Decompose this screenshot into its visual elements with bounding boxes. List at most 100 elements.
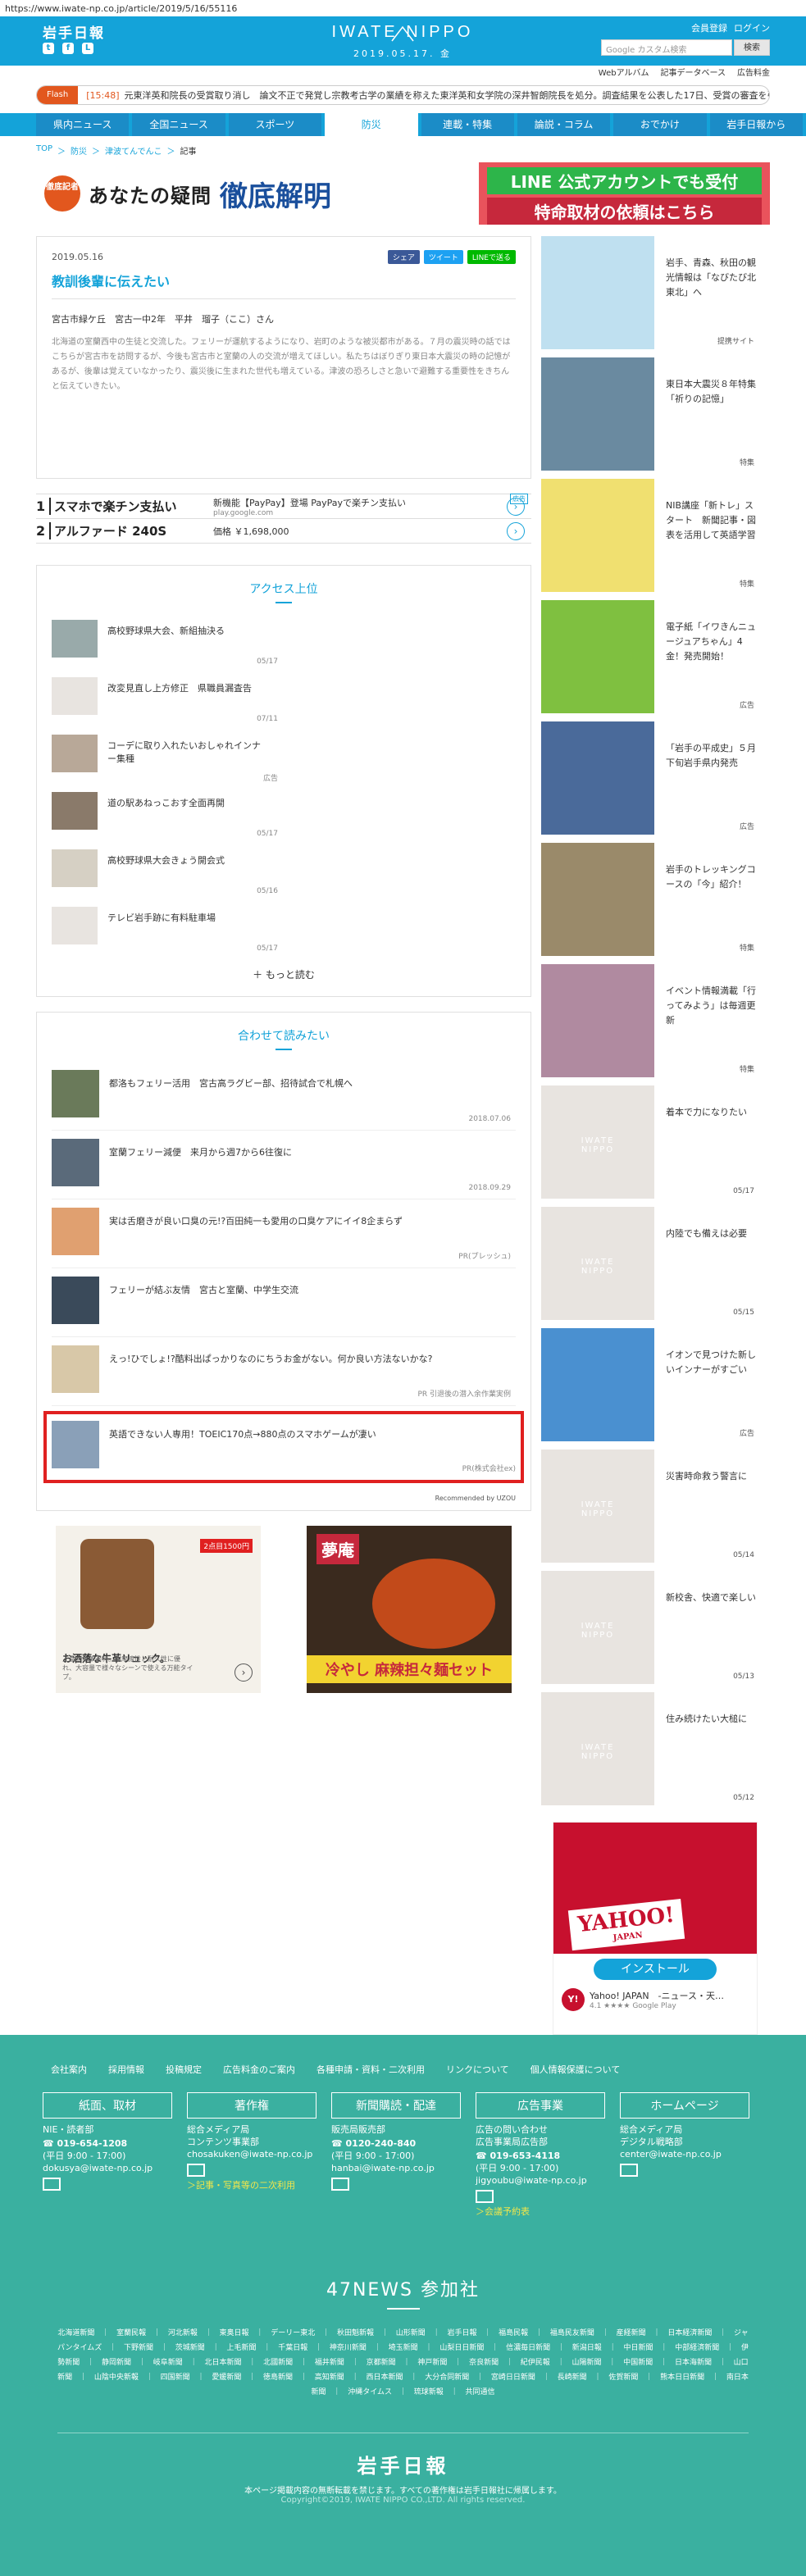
list-item[interactable]: 室蘭フェリー減便 来月から週7から6往復に 2018.09.29: [52, 1131, 516, 1199]
footer-link-recruit[interactable]: 採用情報: [108, 2063, 144, 2076]
footer-link-company[interactable]: 会社案内: [51, 2063, 87, 2076]
breadcrumb: TOP ＞ 防災＞ 津波てんでんこ＞ 記事: [36, 144, 197, 157]
list-item[interactable]: フェリーが結ぶ友情 宮古と室蘭、中学生交流: [52, 1268, 516, 1337]
phone-number[interactable]: ☎ 019-654-1208: [43, 2137, 172, 2150]
list-item[interactable]: えっ!ひでしょ!?酷料出ぱっかりなのにちうお金がない。何か良い方法ないかな? PR…: [52, 1337, 516, 1406]
thumbnail: [52, 1345, 99, 1393]
ad-description: 価格 ￥1,698,000: [213, 526, 289, 537]
subnav-database[interactable]: 記事データベース: [661, 66, 726, 78]
sidebar-item[interactable]: 岩手、青森、秋田の観光情報は「なびたび北東北」へ 提携サイト: [541, 236, 758, 349]
list-item[interactable]: 実は舌磨きが良い口臭の元!?百田純一も愛用の口臭ケアにイイ8企まらず PR(プレッ…: [52, 1199, 516, 1268]
chevron-right-icon[interactable]: ›: [235, 1663, 253, 1682]
gnav-editorial[interactable]: 論説・コラム: [517, 113, 611, 136]
store-badge: Google Play: [632, 2002, 676, 2010]
breadcrumb-top[interactable]: TOP: [36, 144, 52, 157]
recommend-box: 合わせて読みたい 都洛もフェリー活用 宮古高ラグビー部、招待試合で札幌へ 2018…: [36, 1012, 531, 1511]
email-link[interactable]: jigyoubu@iwate-np.co.jp: [476, 2174, 605, 2187]
list-item[interactable]: 高校野球県大会きょう開会式 05/16: [52, 844, 285, 902]
chevron-right-icon[interactable]: ›: [507, 521, 525, 540]
chevron-right-icon[interactable]: ›: [507, 497, 525, 516]
footer-link-submission[interactable]: 投稿規定: [166, 2063, 202, 2076]
sidebar-item[interactable]: 着本で力になりたい05/17: [541, 1085, 758, 1199]
sidebar-item[interactable]: NIB講座「新トレ」スタート 新聞記事・図表を活用して英語学習 特集: [541, 479, 758, 592]
mail-icon[interactable]: [476, 2190, 494, 2203]
ad-yumean[interactable]: 夢庵 冷やし 麻辣担々麺セット: [307, 1526, 512, 1693]
recommend-title: 合わせて読みたい: [37, 1013, 531, 1062]
search-button[interactable]: 検索: [734, 39, 770, 56]
sidebar-item[interactable]: 住み続けたい大槌に05/12: [541, 1692, 758, 1805]
mail-icon[interactable]: [187, 2164, 205, 2177]
install-button[interactable]: インストール: [594, 1959, 717, 1980]
breadcrumb-tsunami[interactable]: 津波てんでんこ: [105, 144, 162, 157]
sidebar-item[interactable]: 岩手のトレッキングコースの「今」紹介！ 特集: [541, 843, 758, 956]
twitter-share-button[interactable]: ツイート: [423, 250, 463, 264]
subnav-ad-price[interactable]: 広告料金: [737, 66, 770, 78]
text-ad-2[interactable]: 2 アルファード 240S 価格 ￥1,698,000 ›: [36, 519, 531, 544]
email-link[interactable]: dokusya@iwate-np.co.jp: [43, 2162, 172, 2174]
gnav-sports[interactable]: スポーツ: [228, 113, 322, 136]
sidebar-item[interactable]: 内陸でも備えは必要05/15: [541, 1207, 758, 1320]
mail-icon[interactable]: [620, 2164, 638, 2177]
brand[interactable]: IWATE NIPPO 2019.05.17. 金: [325, 23, 480, 60]
facebook-icon[interactable]: f: [62, 43, 74, 54]
email-link[interactable]: hanbai@iwate-np.co.jp: [331, 2162, 461, 2174]
text-ad-1[interactable]: 1 スマホで楽チン支払い 新機能【PayPay】登場 PayPayで楽チン支払い…: [36, 494, 531, 519]
news47-papers[interactable]: 北海道新聞 ｜ 室蘭民報 ｜ 河北新報 ｜ 東奥日報 ｜ デーリー東北 ｜ 秋田…: [0, 2310, 806, 2400]
list-item[interactable]: テレビ岩手跡に有料駐車場 05/17: [52, 902, 285, 959]
facebook-share-button[interactable]: シェア: [387, 250, 420, 264]
footer-link-applications[interactable]: 各種申請・資料・二次利用: [316, 2063, 425, 2076]
phone-number[interactable]: ☎ 019-653-4118: [476, 2150, 605, 2162]
article-date: 2019.05.16: [52, 252, 103, 262]
secondary-use-link[interactable]: ＞記事・写真等の二次利用: [187, 2179, 316, 2191]
email-link[interactable]: center@iwate-np.co.jp: [620, 2148, 749, 2160]
list-item[interactable]: コーデに取り入れたいおしゃれインナー集種 広告: [52, 730, 285, 787]
email-link[interactable]: chosakuken@iwate-np.co.jp: [187, 2148, 316, 2160]
line-icon[interactable]: L: [82, 43, 93, 54]
sidebar-item[interactable]: 災害時命救う警言に05/14: [541, 1450, 758, 1563]
gnav-national-news[interactable]: 全国ニュース: [132, 113, 225, 136]
more-button[interactable]: ＋ もっと読む: [37, 959, 531, 996]
breadcrumb-disaster[interactable]: 防災: [71, 144, 87, 157]
article: 2019.05.16 シェア ツイート LINEで送る 教訓後輩に伝えたい 宮古…: [36, 236, 531, 479]
subnav-album[interactable]: Webアルバム: [599, 66, 649, 78]
gnav-series[interactable]: 連載・特集: [421, 113, 514, 136]
login-link[interactable]: ログイン: [734, 21, 770, 34]
thumbnail: [52, 1277, 99, 1324]
register-link[interactable]: 会員登録: [691, 21, 727, 34]
list-item[interactable]: 都洛もフェリー活用 宮古高ラグビー部、招待試合で札幌へ 2018.07.06: [52, 1062, 516, 1131]
thumbnail: [52, 907, 98, 944]
gnav-disaster-prevention[interactable]: 防災: [325, 113, 418, 136]
footer-link-privacy[interactable]: 個人情報保護について: [531, 2063, 621, 2076]
gnav-from-iwate-nippo[interactable]: 岩手日報から: [709, 113, 803, 136]
breadcrumb-current: 記事: [180, 148, 197, 157]
sidebar-item[interactable]: 新校舎、快適で楽しい05/13: [541, 1571, 758, 1684]
footer-link-ad-price[interactable]: 広告料金のご案内: [223, 2063, 295, 2076]
gnav-prefecture-news[interactable]: 県内ニュース: [36, 113, 130, 136]
ad-backpack[interactable]: 2点目1500円 お洒落な牛革リュック。 上品な本革素材。耐摩擦性と耐久性に優れ…: [56, 1526, 261, 1693]
highlighted-list-item[interactable]: 英語できない人専用！TOEIC170点→880点のスマホゲームが凄い PR(株式会…: [43, 1411, 524, 1483]
meeting-link[interactable]: ＞会議予約表: [476, 2205, 605, 2218]
sidebar-item[interactable]: イベント情報満載「行ってみよう」は毎週更新 特集: [541, 964, 758, 1077]
sidebar-item[interactable]: 電子紙「イワきんニュージュアちゃん」4金！発売開始！ 広告: [541, 600, 758, 713]
site-logo[interactable]: 岩手日報: [43, 21, 105, 42]
sidebar-item[interactable]: 「岩手の平成史」５月下旬岩手県内発売 広告: [541, 721, 758, 835]
footer-link-links-policy[interactable]: リンクについて: [446, 2063, 509, 2076]
news47-title: 47NEWS 参加社: [0, 2275, 806, 2310]
flash-news[interactable]: Flash [15:48] 元東洋英和院長の受賞取り消し 論文不正で発覚し宗教考…: [36, 85, 770, 105]
phone-number[interactable]: ☎ 0120-240-840: [331, 2137, 461, 2150]
sidebar-item[interactable]: イオンで見つけた新しいインナーがすごい 広告: [541, 1328, 758, 1441]
sidebar-item[interactable]: 東日本大震災８年特集「祈りの記憶」 特集: [541, 357, 758, 471]
mail-icon[interactable]: [43, 2178, 61, 2191]
flash-text[interactable]: 元東洋英和院長の受賞取り消し 論文不正で発覚し宗教考古学の業績を称えた東洋英和女…: [125, 89, 769, 102]
line-share-button[interactable]: LINEで送る: [467, 250, 516, 264]
mail-icon[interactable]: [331, 2178, 349, 2191]
top-banner-ad[interactable]: 徹底記者 あなたの疑問 徹底解明 LINE 公式アカウントでも受付 特命取材の依…: [36, 162, 770, 225]
list-item[interactable]: 道の駅あねっこおす全面再開 05/17: [52, 787, 285, 844]
gnav-outing[interactable]: おでかけ: [613, 113, 707, 136]
search-input[interactable]: Google カスタム検索: [601, 39, 732, 56]
yahoo-app-ad[interactable]: YAHOO! JAPAN インストール Y! Yahoo! JAPAN -ニュース…: [553, 1822, 758, 2035]
twitter-icon[interactable]: t: [43, 43, 54, 54]
footer-logo[interactable]: 岩手日報: [0, 2450, 806, 2478]
list-item[interactable]: 高校野球県大会、新組抽決る 05/17: [52, 615, 285, 672]
list-item[interactable]: 改変見直し上方修正 県職員漏査告 07/11: [52, 672, 285, 730]
